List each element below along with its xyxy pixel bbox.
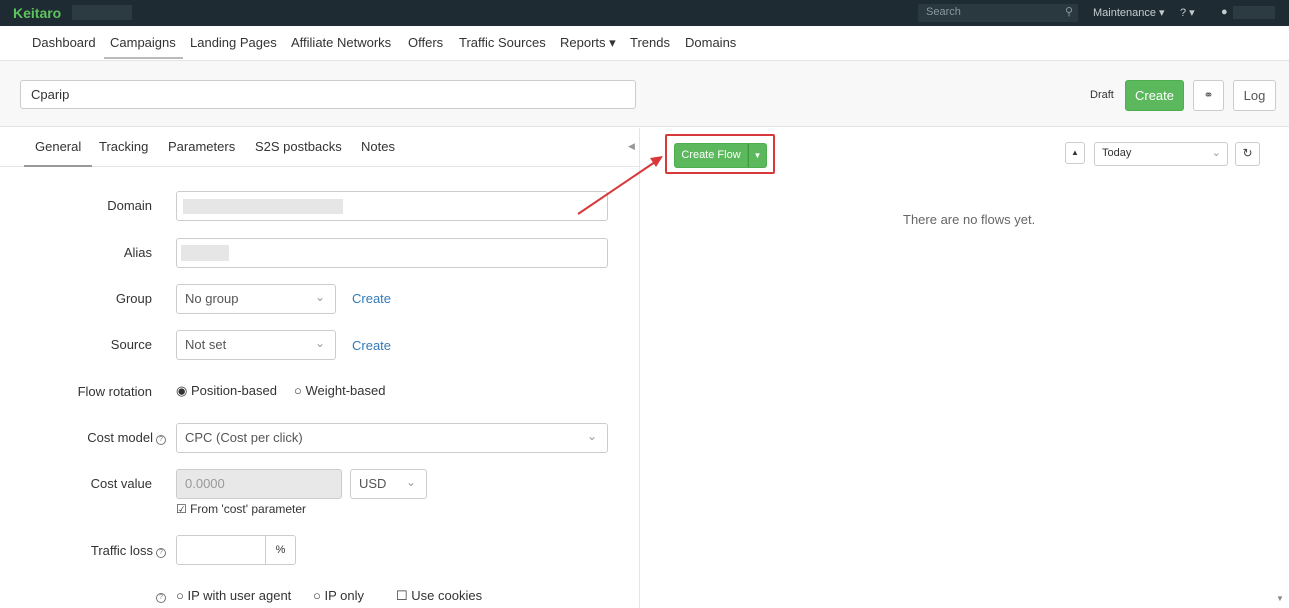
cost-param-checkbox[interactable]: ☑ From 'cost' parameter <box>176 502 306 516</box>
campaign-header: Cparip Draft Create ⚭ Log <box>0 61 1289 127</box>
help-menu[interactable]: ? ▾ <box>1180 6 1195 19</box>
currency-value: USD <box>359 476 387 491</box>
nav-offers[interactable]: Offers <box>408 35 443 50</box>
domain-label: Domain <box>107 198 152 213</box>
group-select[interactable]: No group ⌄ <box>176 284 336 314</box>
nav-dashboard[interactable]: Dashboard <box>32 35 96 50</box>
cost-model-value: CPC (Cost per click) <box>185 430 303 445</box>
uniqueness-ip-ua-radio[interactable]: ○ IP with user agent <box>176 588 291 603</box>
create-group-link[interactable]: Create <box>352 291 391 306</box>
chevron-down-icon: ⌄ <box>1211 147 1221 159</box>
maintenance-menu[interactable]: Maintenance ▾ <box>1093 6 1165 19</box>
alias-field[interactable] <box>176 238 608 268</box>
brand-logo[interactable]: Keitaro <box>13 5 61 21</box>
domain-value-blurred <box>183 199 343 214</box>
period-select[interactable]: Today ⌄ <box>1094 142 1228 166</box>
cost-param-label: From 'cost' parameter <box>190 502 307 516</box>
traffic-loss-unit: % <box>265 535 296 565</box>
help-icon: ? <box>156 435 166 445</box>
create-campaign-button[interactable]: Create <box>1125 80 1184 111</box>
create-flow-dropdown-icon[interactable]: ▼ <box>748 143 767 168</box>
cost-value-placeholder: 0.0000 <box>185 476 225 491</box>
campaign-name-input[interactable]: Cparip <box>20 80 636 109</box>
flow-rotation-label: Flow rotation <box>77 384 152 399</box>
user-icon[interactable]: ● <box>1221 6 1228 18</box>
currency-select[interactable]: USD ⌄ <box>350 469 427 499</box>
refresh-icon[interactable]: ↻ <box>1235 142 1260 166</box>
uniqueness-ip-radio[interactable]: ○ IP only <box>313 588 364 603</box>
tab-general[interactable]: General <box>24 139 93 167</box>
top-bar: Keitaro Search ⚲ Maintenance ▾ ? ▾ ● <box>0 0 1289 26</box>
create-flow-button[interactable]: Create Flow <box>674 143 748 168</box>
help-icon: ? <box>156 548 166 558</box>
source-label: Source <box>110 337 152 352</box>
cost-value-input[interactable]: 0.0000 <box>176 469 342 499</box>
main-nav: Dashboard Campaigns Landing Pages Affili… <box>0 26 1289 61</box>
search-placeholder: Search <box>926 6 961 18</box>
status-badge: Draft <box>1090 89 1114 101</box>
cost-value-label: Cost value <box>90 476 152 491</box>
scroll-down-icon[interactable]: ▼ <box>1276 594 1284 603</box>
cost-model-select[interactable]: CPC (Cost per click) ⌄ <box>176 423 608 453</box>
brand-subtitle-blurred <box>72 5 132 20</box>
nav-landing-pages[interactable]: Landing Pages <box>190 35 277 50</box>
flows-panel: Create Flow ▼ ▲ Today ⌄ ↻ There are no f… <box>641 128 1289 608</box>
nav-campaigns[interactable]: Campaigns <box>104 35 183 59</box>
help-icon: ? <box>156 593 166 603</box>
rotation-weight-label: Weight-based <box>305 383 386 398</box>
uniqueness-cookies-checkbox[interactable]: ☐ Use cookies <box>396 588 482 604</box>
alias-value-blurred <box>181 245 229 261</box>
create-flow-highlight: Create Flow ▼ <box>665 134 775 174</box>
rotation-position-label: Position-based <box>190 383 277 398</box>
source-select-value: Not set <box>185 337 227 352</box>
chevron-down-icon: ⌄ <box>586 429 597 443</box>
group-label: Group <box>115 291 152 306</box>
nav-affiliate-networks[interactable]: Affiliate Networks <box>291 35 391 50</box>
group-select-value: No group <box>185 291 239 306</box>
tab-s2s-postbacks[interactable]: S2S postbacks <box>255 139 342 154</box>
settings-tabs: General Tracking Parameters S2S postback… <box>0 128 640 167</box>
traffic-loss-input[interactable] <box>176 535 266 565</box>
nav-reports[interactable]: Reports ▾ <box>560 35 616 51</box>
user-name-blurred <box>1233 6 1275 19</box>
link-icon[interactable]: ⚭ <box>1193 80 1224 111</box>
rotation-weight-radio[interactable]: ○ Weight-based <box>294 383 385 398</box>
collapse-panel-icon[interactable]: ◀ <box>628 141 635 152</box>
tab-tracking[interactable]: Tracking <box>99 139 148 154</box>
create-source-link[interactable]: Create <box>352 338 391 353</box>
tab-notes[interactable]: Notes <box>361 139 395 154</box>
domain-field[interactable] <box>176 191 608 221</box>
nav-traffic-sources[interactable]: Traffic Sources <box>459 35 546 50</box>
chevron-down-icon: ⌄ <box>405 475 416 489</box>
empty-flows-message: There are no flows yet. <box>903 212 1036 227</box>
sort-up-icon[interactable]: ▲ <box>1065 142 1085 164</box>
search-icon: ⚲ <box>1064 6 1073 18</box>
chevron-down-icon: ⌄ <box>314 290 325 304</box>
period-value: Today <box>1102 147 1132 159</box>
settings-panel: General Tracking Parameters S2S postback… <box>0 128 640 608</box>
traffic-loss-label: Traffic loss? <box>40 543 166 558</box>
nav-domains[interactable]: Domains <box>685 35 736 50</box>
rotation-position-radio[interactable]: ◉ Position-based <box>176 383 277 399</box>
cost-model-label: Cost model? <box>40 430 166 445</box>
tab-parameters[interactable]: Parameters <box>168 139 235 154</box>
uniqueness-label: ? <box>40 588 166 603</box>
search-input[interactable]: Search ⚲ <box>918 4 1078 22</box>
log-button[interactable]: Log <box>1233 80 1276 111</box>
source-select[interactable]: Not set ⌄ <box>176 330 336 360</box>
nav-trends[interactable]: Trends <box>630 35 670 50</box>
alias-label: Alias <box>123 245 152 260</box>
chevron-down-icon: ⌄ <box>314 336 325 350</box>
